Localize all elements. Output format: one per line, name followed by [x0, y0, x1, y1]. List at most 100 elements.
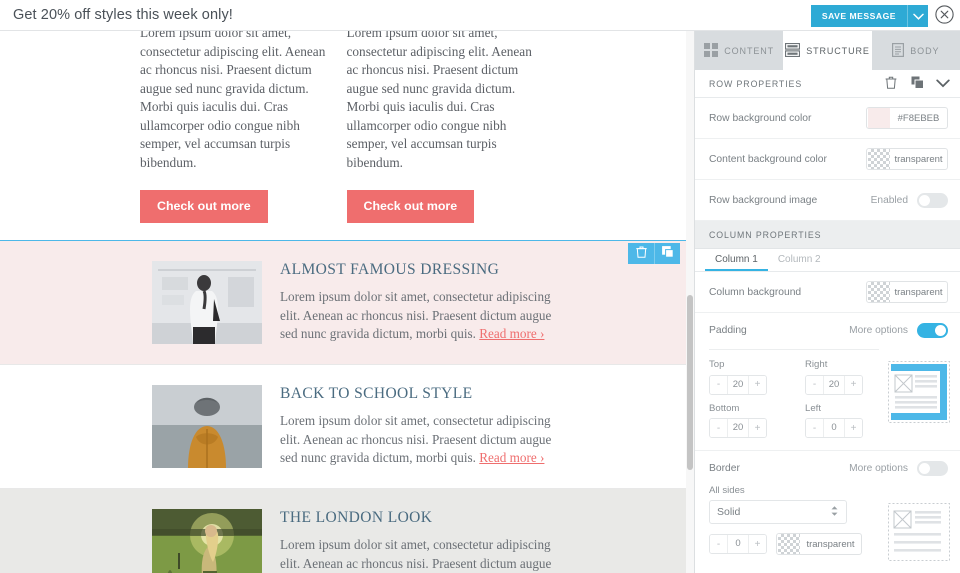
read-more-link[interactable]: Read more › [479, 326, 544, 341]
article-title[interactable]: THE LONDON LOOK [280, 509, 566, 527]
padding-bottom-field: Bottom - 20 + [709, 403, 805, 438]
article-row[interactable]: THE LONDON LOOK Lorem ipsum dolor sit am… [0, 489, 686, 573]
article-title[interactable]: BACK TO SCHOOL STYLE [280, 385, 566, 403]
padding-right-stepper[interactable]: - 20 + [805, 374, 863, 395]
column-background-value: transparent [894, 286, 943, 298]
read-more-link[interactable]: Read more › [479, 450, 544, 465]
padding-right-label: Right [805, 359, 828, 370]
padding-left-stepper[interactable]: - 0 + [805, 418, 863, 438]
column-1-cta-button[interactable]: Check out more [140, 190, 268, 223]
column-tab-2[interactable]: Column 2 [768, 249, 831, 271]
padding-top-stepper[interactable]: - 20 + [709, 374, 767, 395]
padding-preview-diagram [888, 361, 950, 423]
panel-tabs: CONTENT STRUCTURE BODY [695, 31, 960, 70]
column-background-row: Column background transparent [695, 272, 960, 313]
save-options-dropdown-button[interactable] [907, 4, 928, 27]
divider [709, 349, 879, 350]
tab-structure[interactable]: STRUCTURE [783, 31, 872, 70]
trash-icon [635, 246, 647, 261]
close-editor-button[interactable] [928, 0, 960, 31]
email-builder-app: Get 20% off styles this week only! SAVE … [0, 0, 960, 573]
article-thumbnail[interactable] [152, 385, 262, 468]
border-color-picker[interactable]: transparent [776, 533, 862, 555]
woman-in-gallery-photo [152, 261, 262, 344]
row-background-image-row: Row background image Enabled [695, 180, 960, 221]
article-title[interactable]: ALMOST FAMOUS DRESSING [280, 261, 566, 279]
column-tabs: Column 1 Column 2 [695, 249, 960, 272]
article-thumbnail[interactable] [152, 509, 262, 573]
trash-icon [885, 76, 897, 92]
decrement-button[interactable]: - [710, 419, 727, 437]
increment-button[interactable]: + [845, 419, 862, 437]
article-row[interactable]: BACK TO SCHOOL STYLE Lorem ipsum dolor s… [0, 364, 686, 489]
article-row[interactable]: ALMOST FAMOUS DRESSING Lorem ipsum dolor… [0, 241, 686, 364]
row-delete-button[interactable] [628, 243, 654, 264]
article-text[interactable]: Lorem ipsum dolor sit amet, consectetur … [280, 412, 566, 468]
increment-button[interactable]: + [845, 375, 862, 394]
decrement-button[interactable]: - [806, 375, 823, 394]
two-column-text-row[interactable]: Lorem ipsum dolor sit amet, consectetur … [0, 31, 686, 223]
content-background-color-label: Content background color [709, 153, 827, 165]
increment-button[interactable]: + [749, 419, 766, 437]
row-background-image-toggle[interactable] [917, 192, 948, 208]
text-column-2[interactable]: Lorem ipsum dolor sit amet, consectetur … [346, 31, 547, 223]
row-properties-delete-button[interactable] [878, 71, 904, 97]
toggle-knob [919, 463, 930, 474]
article-thumbnail[interactable] [152, 261, 262, 344]
email-body: Lorem ipsum dolor sit amet, consectetur … [0, 31, 687, 573]
padding-bottom-value[interactable]: 20 [727, 419, 749, 437]
article-text[interactable]: Lorem ipsum dolor sit amet, consectetur … [280, 536, 566, 573]
decrement-button[interactable]: - [710, 375, 727, 394]
column-2-cta-button[interactable]: Check out more [346, 190, 475, 223]
column-background-color-picker[interactable]: transparent [866, 281, 948, 303]
tab-body[interactable]: BODY [872, 31, 960, 70]
padding-more-options-label: More options [849, 325, 908, 336]
top-bar: Get 20% off styles this week only! SAVE … [0, 0, 960, 31]
tab-structure-label: STRUCTURE [806, 45, 870, 56]
padding-right-value[interactable]: 20 [823, 375, 845, 394]
save-message-button[interactable]: SAVE MESSAGE [810, 4, 907, 27]
canvas-scrollbar-track[interactable] [686, 31, 694, 573]
row-hover-tools [628, 243, 680, 264]
border-width-stepper[interactable]: - 0 + [709, 534, 767, 554]
close-circle-icon [934, 4, 954, 27]
canvas-scrollbar-thumb[interactable] [687, 295, 693, 470]
row-properties-duplicate-button[interactable] [904, 71, 930, 97]
padding-more-options-toggle[interactable] [917, 323, 948, 338]
padding-bottom-stepper[interactable]: - 20 + [709, 418, 767, 438]
email-canvas[interactable]: Lorem ipsum dolor sit amet, consectetur … [0, 31, 694, 573]
message-subject-title: Get 20% off styles this week only! [13, 7, 233, 23]
decrement-button[interactable]: - [806, 419, 823, 437]
tab-content[interactable]: CONTENT [695, 31, 783, 70]
border-width-value[interactable]: 0 [727, 535, 749, 553]
increment-button[interactable]: + [749, 375, 766, 394]
color-swatch [868, 108, 890, 128]
article-text[interactable]: Lorem ipsum dolor sit amet, consectetur … [280, 288, 566, 344]
padding-left-value[interactable]: 0 [823, 419, 845, 437]
updown-caret-icon [830, 505, 839, 520]
decrement-button[interactable]: - [710, 535, 727, 553]
row-background-color-row: Row background color #F8EBEB [695, 98, 960, 139]
content-background-color-picker[interactable]: transparent [866, 148, 948, 170]
border-more-options-toggle[interactable] [917, 461, 948, 476]
border-label: Border [709, 463, 740, 474]
row-properties-collapse-button[interactable] [930, 71, 956, 97]
padding-label: Padding [709, 325, 747, 336]
row-duplicate-button[interactable] [654, 243, 680, 264]
chevron-down-icon [936, 76, 950, 91]
row-properties-tools [878, 71, 956, 97]
padding-top-value[interactable]: 20 [727, 375, 749, 394]
toggle-knob [919, 194, 930, 206]
border-style-select[interactable]: Solid [709, 500, 847, 524]
border-style-value: Solid [717, 506, 741, 518]
column-tab-1[interactable]: Column 1 [705, 249, 768, 271]
border-more-options-label: More options [849, 463, 908, 474]
row-background-color-picker[interactable]: #F8EBEB [866, 107, 948, 129]
increment-button[interactable]: + [749, 535, 766, 553]
column-2-paragraph: Lorem ipsum dolor sit amet, consectetur … [346, 31, 532, 170]
transparent-swatch-icon [868, 282, 890, 302]
text-column-1[interactable]: Lorem ipsum dolor sit amet, consectetur … [140, 31, 340, 223]
selected-row-container[interactable]: ALMOST FAMOUS DRESSING Lorem ipsum dolor… [0, 240, 687, 365]
column-properties-title: COLUMN PROPERTIES [709, 229, 822, 240]
row-properties-title: ROW PROPERTIES [709, 78, 803, 89]
